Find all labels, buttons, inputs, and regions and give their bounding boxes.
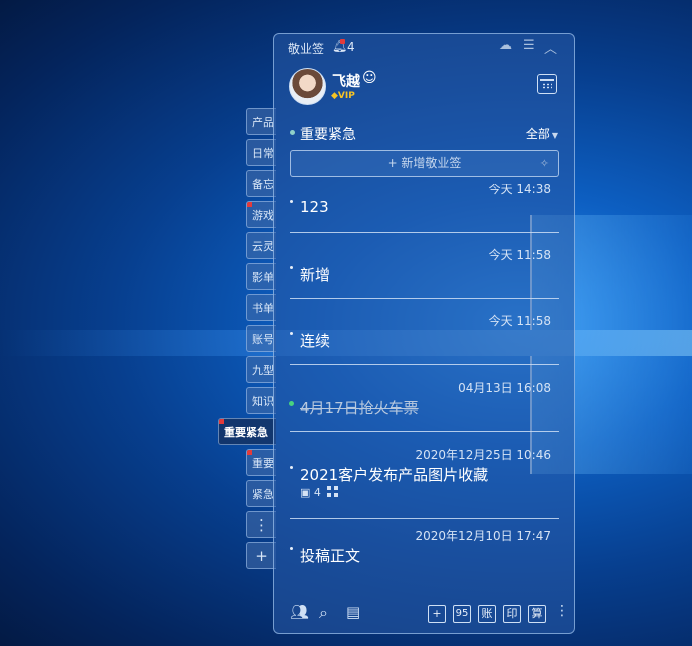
note-divider — [290, 232, 559, 233]
vip-badge[interactable]: ◆VIP — [331, 91, 355, 101]
new-note-label: + 新增敬业签 — [387, 156, 462, 170]
note-title[interactable]: 连续 — [300, 330, 330, 351]
note-title[interactable]: 2021客户发布产品图片收藏 — [300, 464, 488, 485]
side-tab[interactable]: ⋮ — [246, 511, 276, 538]
side-tab[interactable]: 知识 — [246, 387, 276, 414]
filter-label: 全部 — [525, 127, 550, 141]
tab-flag — [247, 450, 252, 455]
emoji-icon: ☺ — [362, 70, 377, 86]
filter-dropdown[interactable]: 全部 ▼ — [526, 125, 558, 142]
vip-label: VIP — [337, 91, 355, 101]
side-tab[interactable]: 九型 — [246, 356, 276, 383]
side-tab[interactable]: 重要 — [246, 449, 276, 476]
note-divider — [290, 364, 559, 365]
calendar-icon[interactable] — [537, 74, 557, 94]
category-dot — [290, 130, 295, 135]
note-bullet — [290, 466, 293, 469]
note-title[interactable]: 投稿正文 — [300, 545, 360, 566]
app-title: 敬业签 — [288, 42, 325, 56]
side-tab-label: 重要 — [252, 457, 274, 470]
side-tab-label: 游戏 — [252, 209, 274, 222]
side-tab[interactable]: 紧急 — [246, 480, 276, 507]
account-button[interactable]: 账 — [478, 605, 496, 623]
side-tab-label: 影单 — [252, 271, 274, 284]
note-bullet — [289, 401, 294, 406]
note-time: 今天 11:58 — [488, 248, 551, 262]
side-tab[interactable]: 账号 — [246, 325, 276, 352]
side-tab-label: 云灵 — [252, 240, 274, 253]
avatar[interactable] — [289, 68, 326, 105]
side-tab-label: + — [255, 547, 268, 565]
side-tab[interactable]: 云灵 — [246, 232, 276, 259]
notification-dot — [340, 39, 345, 44]
image-count: 4 — [313, 486, 321, 499]
note-bullet — [290, 200, 293, 203]
image-icon: ▣ — [300, 486, 314, 499]
tab-flag — [219, 419, 224, 424]
category-title: 重要紧急 — [300, 127, 356, 143]
note-bullet — [290, 266, 293, 269]
note-divider — [290, 431, 559, 432]
contacts-icon[interactable]: 👥︎ — [290, 603, 309, 621]
sparkle-icon: ✧ — [539, 157, 549, 170]
side-tab[interactable]: 重要紧急 — [218, 418, 276, 445]
note-time: 04月13日 16:08 — [458, 381, 551, 395]
note-title[interactable]: 新增 — [300, 264, 330, 285]
note-time: 2020年12月25日 10:46 — [415, 448, 551, 462]
countdown-button[interactable]: 95 — [453, 605, 471, 623]
search-icon[interactable]: ⌕ — [319, 603, 328, 623]
cloud-icon[interactable]: ☁ — [499, 38, 512, 53]
side-tab-label: 紧急 — [252, 488, 274, 501]
note-item[interactable]: 2020年12月10日 17:47 投稿正文 — [290, 527, 559, 586]
title-bar[interactable]: 敬业签 🔔︎ 4 ☁ ☰ ︿ — [274, 34, 574, 60]
bottom-toolbar: 👥︎ ⌕ ▤ + 95 账 印 算 ⋮ — [274, 593, 574, 633]
note-item[interactable]: 2020年12月25日 10:46 2021客户发布产品图片收藏 ▣ 4 — [290, 446, 559, 526]
note-divider — [290, 518, 559, 519]
notification-count[interactable]: 4 — [347, 40, 355, 54]
qrcode-icon[interactable] — [326, 486, 338, 497]
note-time: 今天 14:38 — [488, 184, 551, 196]
side-tab-label: ⋮ — [254, 516, 269, 534]
side-tab-label: 重要紧急 — [224, 426, 268, 439]
side-tab-label: 日常 — [252, 147, 274, 160]
more-icon[interactable]: ⋮ — [555, 603, 569, 619]
tab-flag — [247, 202, 252, 207]
menu-icon[interactable]: ☰ — [523, 38, 535, 53]
note-title[interactable]: 4月17日抢火车票 — [300, 397, 419, 418]
note-list[interactable]: 今天 14:38 123 今天 11:58 新增 今天 11:58 连续 04月13日 16… — [274, 184, 574, 586]
note-divider — [290, 298, 559, 299]
diamond-icon: ◆ — [331, 91, 338, 101]
side-tab[interactable]: 产品 — [246, 108, 276, 135]
chevron-down-icon: ▼ — [551, 131, 558, 140]
side-tab-label: 知识 — [252, 395, 274, 408]
side-tab-label: 九型 — [252, 364, 274, 377]
print-button[interactable]: 印 — [503, 605, 521, 623]
add-button[interactable]: + — [428, 605, 446, 623]
note-title[interactable]: 123 — [300, 198, 329, 216]
note-attachments[interactable]: ▣ 4 — [300, 486, 338, 499]
note-bullet — [290, 332, 293, 335]
sticky-note-panel: 敬业签 🔔︎ 4 ☁ ☰ ︿ 飞越 ☺ ◆VIP 重要紧急 全部 ▼ + 新增敬业… — [273, 33, 575, 634]
new-note-button[interactable]: + 新增敬业签 ✧ — [290, 150, 559, 177]
note-bullet — [290, 547, 293, 550]
side-tab-label: 产品 — [252, 116, 274, 129]
side-tab[interactable]: 备忘 — [246, 170, 276, 197]
username[interactable]: 飞越 — [332, 71, 360, 91]
note-time: 2020年12月10日 17:47 — [415, 529, 551, 543]
collapse-icon[interactable]: ︿ — [544, 38, 557, 57]
side-tab-label: 账号 — [252, 333, 274, 346]
calculator-button[interactable]: 算 — [528, 605, 546, 623]
side-tab[interactable]: + — [246, 542, 276, 569]
side-tab-label: 备忘 — [252, 178, 274, 191]
note-time: 今天 11:58 — [488, 314, 551, 328]
notes-icon[interactable]: ▤ — [346, 603, 360, 621]
side-tab[interactable]: 游戏 — [246, 201, 276, 228]
side-tab[interactable]: 日常 — [246, 139, 276, 166]
side-tab[interactable]: 影单 — [246, 263, 276, 290]
side-tab-label: 书单 — [252, 302, 274, 315]
side-tab[interactable]: 书单 — [246, 294, 276, 321]
